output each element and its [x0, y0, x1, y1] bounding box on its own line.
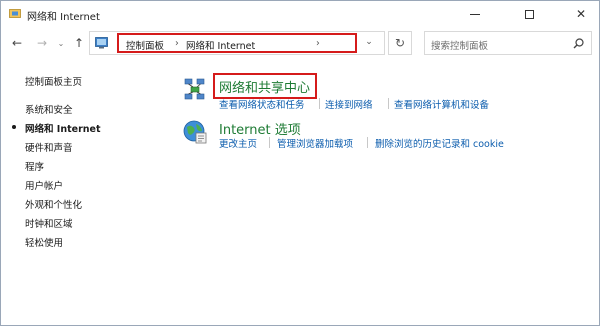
network-folder-icon — [9, 9, 21, 18]
maximize-button[interactable] — [511, 1, 547, 27]
sidebar-item-system-security[interactable]: 系统和安全 — [25, 102, 73, 116]
sidebar-item-ease-of-access[interactable]: 轻松使用 — [25, 235, 63, 249]
sidebar-item-programs[interactable]: 程序 — [25, 159, 44, 173]
title-bar: 网络和 Internet ✕ — [1, 1, 599, 27]
sidebar-item-network-internet: 网络和 Internet — [25, 124, 101, 135]
recent-locations-button[interactable]: ⌄ — [53, 34, 69, 52]
minimize-icon — [470, 13, 480, 15]
view-network-status-link[interactable]: 查看网络状态和任务 — [219, 97, 305, 111]
sidebar-item-clock-region[interactable]: 时钟和区域 — [25, 216, 73, 230]
minimize-button[interactable] — [457, 1, 493, 27]
sidebar-item-user-accounts[interactable]: 用户帐户 — [25, 178, 63, 192]
search-input[interactable]: 搜索控制面板 — [431, 38, 488, 52]
refresh-button[interactable]: ↻ — [388, 31, 412, 55]
link-divider — [319, 98, 320, 109]
delete-history-link[interactable]: 删除浏览的历史记录和 cookie — [375, 136, 504, 150]
link-divider — [269, 137, 270, 148]
back-button[interactable]: ← — [9, 34, 25, 52]
search-box[interactable]: 搜索控制面板 — [424, 31, 592, 55]
link-divider — [367, 137, 368, 148]
link-divider — [388, 98, 389, 109]
arrow-left-icon: ← — [11, 36, 23, 50]
connect-to-network-link[interactable]: 连接到网络 — [325, 97, 373, 111]
close-button[interactable]: ✕ — [563, 1, 599, 27]
control-panel-window: 网络和 Internet ✕ ← → ⌄ ↑ 控制面板 › 网络和 Intern… — [0, 0, 600, 326]
change-homepage-link[interactable]: 更改主页 — [219, 136, 257, 150]
breadcrumb-network-internet[interactable]: 网络和 Internet — [186, 38, 255, 52]
sidebar-item-hardware-sound[interactable]: 硬件和声音 — [25, 140, 73, 154]
chevron-down-icon: ⌄ — [57, 38, 65, 48]
view-network-computers-link[interactable]: 查看网络计算机和设备 — [394, 97, 489, 111]
sidebar-item-appearance[interactable]: 外观和个性化 — [25, 197, 82, 211]
manage-addons-link[interactable]: 管理浏览器加载项 — [277, 136, 353, 150]
maximize-icon — [524, 9, 534, 19]
arrow-up-icon: ↑ — [73, 36, 85, 50]
close-icon: ✕ — [575, 7, 587, 21]
refresh-icon: ↻ — [394, 36, 406, 50]
active-bullet-icon — [12, 125, 16, 129]
internet-options-icon — [183, 120, 207, 144]
sidebar-item-home[interactable]: 控制面板主页 — [25, 74, 82, 88]
breadcrumb-separator[interactable]: › — [316, 38, 320, 49]
breadcrumb-separator[interactable]: › — [175, 38, 179, 49]
window-title: 网络和 Internet — [27, 12, 100, 23]
address-dropdown-icon[interactable]: ⌄ — [360, 37, 378, 51]
address-bar[interactable]: 控制面板 › 网络和 Internet › ⌄ — [89, 31, 385, 55]
breadcrumb-control-panel[interactable]: 控制面板 — [126, 38, 164, 52]
forward-button[interactable]: → — [34, 34, 50, 52]
up-button[interactable]: ↑ — [71, 34, 87, 52]
network-sharing-icon — [184, 78, 205, 100]
search-icon[interactable] — [573, 38, 584, 49]
arrow-right-icon: → — [36, 36, 48, 50]
network-sharing-center-link[interactable]: 网络和共享中心 — [219, 77, 310, 96]
control-panel-icon — [95, 37, 108, 49]
